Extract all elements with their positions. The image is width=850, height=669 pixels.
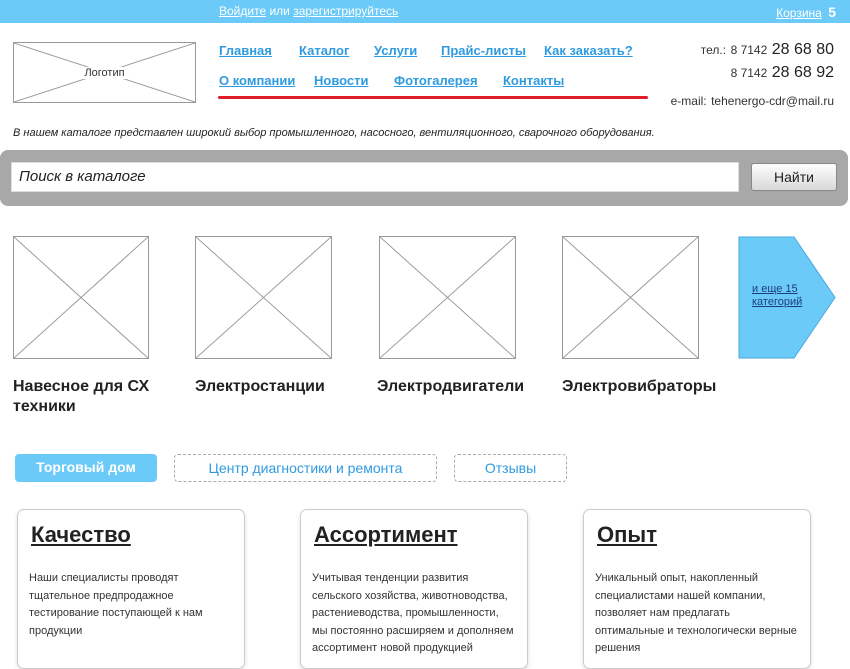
email-label: e-mail: [670,94,707,108]
cart: Корзина 5 [776,4,836,20]
phone1-code: 8 7142 [730,43,768,57]
image-placeholder-cross [196,237,331,358]
auth-or-text: или [269,4,290,18]
tab-reviews[interactable]: Отзывы [454,454,567,482]
phone2-number: 28 68 92 [771,64,834,81]
email-address[interactable]: tehenergo-cdr@mail.ru [711,94,834,108]
feature-card-assortment: Ассортимент Учитывая тенденции развития … [300,509,528,669]
search-bar: Найти [0,150,848,206]
category-image-4[interactable] [562,236,699,359]
phone-label: тел.: [700,43,727,57]
category-image-1[interactable] [13,236,149,359]
login-link[interactable]: Войдите [219,4,266,18]
nav-home[interactable]: Главная [219,43,272,58]
logo-label: Логотип [82,66,127,79]
category-title-1[interactable]: Навесное для СХ техники [13,377,173,417]
nav-pricelists[interactable]: Прайс-листы [441,43,526,58]
search-input[interactable] [11,162,739,192]
category-image-3[interactable] [379,236,516,359]
image-placeholder-cross [563,237,698,358]
category-title-4[interactable]: Электровибраторы [562,377,716,397]
nav-gallery[interactable]: Фотогалерея [394,73,478,88]
category-image-2[interactable] [195,236,332,359]
card-title: Ассортимент [314,522,458,547]
catalog-intro: В нашем каталоге представлен широкий выб… [13,127,655,139]
logo[interactable]: Логотип [13,42,196,103]
more-categories-link[interactable]: и еще 15 категорий [752,283,812,309]
search-button[interactable]: Найти [751,163,837,191]
feature-card-quality: Качество Наши специалисты проводят тщате… [17,509,245,669]
nav-catalog[interactable]: Каталог [299,43,349,58]
auth-links: Войдите или зарегистрируйтесь [219,4,398,18]
image-placeholder-cross [14,237,148,358]
image-placeholder-cross [380,237,515,358]
card-text: Уникальный опыт, накопленный специалиста… [595,572,797,654]
phone-line-2: 8 7142 28 68 92 [731,64,834,82]
nav-contacts[interactable]: Контакты [503,73,564,88]
nav-services[interactable]: Услуги [374,43,417,58]
card-text: Учитывая тенденции развития сельского хо… [312,572,514,654]
nav-about[interactable]: О компании [219,73,295,88]
card-title: Качество [31,522,131,547]
tab-trading-house[interactable]: Торговый дом [15,454,157,482]
category-title-3[interactable]: Электродвигатели [377,377,524,397]
nav-news[interactable]: Новости [314,73,369,88]
nav-underline [218,96,648,99]
cart-link[interactable]: Корзина [776,6,822,20]
card-title: Опыт [597,522,657,547]
nav-how-to-order[interactable]: Как заказать? [544,43,633,58]
phone2-code: 8 7142 [730,66,768,80]
category-title-2[interactable]: Электростанции [195,377,325,397]
tab-diagnostics-center[interactable]: Центр диагностики и ремонта [174,454,437,482]
feature-card-experience: Опыт Уникальный опыт, накопленный специа… [583,509,811,669]
email-line: e-mail: tehenergo-cdr@mail.ru [671,92,834,110]
card-text: Наши специалисты проводят тщательное пре… [29,572,203,637]
register-link[interactable]: зарегистрируйтесь [293,4,398,18]
cart-count: 5 [828,4,836,20]
phone-line-1: тел.: 8 7142 28 68 80 [701,41,834,59]
phone1-number: 28 68 80 [771,41,834,58]
more-categories-arrow[interactable]: и еще 15 категорий [738,236,836,359]
top-bar: Войдите или зарегистрируйтесь Корзина 5 [0,0,850,23]
